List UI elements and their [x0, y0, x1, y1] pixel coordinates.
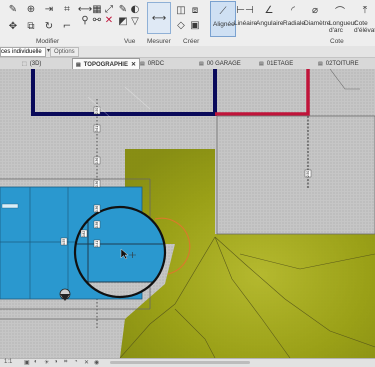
pool-step — [1, 203, 19, 209]
arc-length-dimension-button[interactable]: ⌒ Longueur d'arc — [328, 1, 357, 35]
plan-view-icon: ▤ — [76, 61, 81, 68]
align-icon[interactable]: ⇥ — [42, 2, 56, 16]
options-bar: ces individuelle ▾ Options — [0, 46, 375, 58]
move-icon[interactable]: ✥ — [6, 19, 20, 33]
dimension-label: 0.36 — [95, 181, 99, 187]
tab-label: 00 GARAGE — [206, 60, 241, 67]
tab-00-garage[interactable]: ▤ 00 GARAGE — [199, 58, 241, 69]
create-parts-icon[interactable]: ▣ — [189, 19, 201, 31]
spot-elevation-label: Cote d'élévatio — [354, 20, 375, 34]
cote-group-label: Cote — [330, 38, 344, 45]
angular-dimension-icon: ∠ — [264, 4, 274, 16]
array-icon[interactable]: ▦ — [92, 4, 102, 15]
view-tool-icon[interactable]: ✎ — [118, 4, 128, 15]
tab-label: 0RDC — [147, 60, 165, 67]
plan-view-svg: 2.50 3.61 0.36 0.36 0.36 0.38 0.41 2.50 4.55 0.82 — [0, 69, 375, 358]
create-group-label: Créer — [183, 38, 200, 45]
aligned-dimension-icon: ⟋ — [219, 5, 227, 17]
tab-02toiture[interactable]: ▤ 02TOITURE — [318, 58, 359, 69]
crop-icon[interactable]: ⌗ — [64, 359, 67, 366]
linear-dimension-icon: ⊢⊣ — [236, 4, 254, 16]
angular-dimension-label: Angulaire — [256, 20, 284, 27]
dimension-label: 2.50 — [95, 108, 99, 114]
radial-dimension-label: Radiale — [283, 20, 306, 27]
scale-tool-icon[interactable]: ⤢ — [104, 4, 114, 15]
temporary-hide-icon[interactable]: ✕ — [84, 359, 89, 366]
view-3d-icon: ⬚ — [22, 60, 27, 67]
offset-icon[interactable]: ⌗ — [60, 2, 74, 16]
dimension-label: 0.36 — [95, 206, 99, 212]
shadow-icon[interactable]: ◑ — [54, 359, 58, 365]
diameter-dimension-icon: ⌀ — [311, 4, 319, 16]
diameter-dimension-label: Diamètre — [304, 20, 331, 27]
tab-3d[interactable]: ⬚ (3D) — [22, 58, 41, 69]
tab-label: TOPOGRAPHIE — [83, 61, 128, 68]
dimension-label: 3.61 — [95, 126, 99, 132]
linear-dimension-label: Linéaire — [234, 20, 258, 27]
aligned-dimension-label: Alignée — [213, 21, 235, 28]
hide-icon[interactable]: ◔ — [74, 359, 78, 365]
horizontal-scrollbar[interactable] — [110, 361, 250, 364]
measure-icon[interactable]: ⟷ — [147, 2, 171, 34]
arc-length-dimension-icon: ⌒ — [335, 6, 345, 18]
spot-elevation-button[interactable]: ⤒ Cote d'élévatio — [354, 1, 375, 35]
dimension-label: 0.41 — [95, 241, 99, 247]
dimension-label: 0.38 — [95, 222, 99, 228]
trim-icon[interactable]: ⌐ — [60, 19, 74, 33]
radial-dimension-icon: ◜ — [291, 4, 295, 16]
linear-dimension-button[interactable]: ⊢⊣ Linéaire — [234, 1, 258, 35]
radial-dimension-button[interactable]: ◜ Radiale — [283, 1, 306, 35]
dimension-label: 4.55 — [62, 239, 66, 245]
aligned-dimension-button[interactable]: ⟋ Alignée — [210, 1, 236, 37]
rotate-icon[interactable]: ↻ — [42, 19, 56, 33]
options-button[interactable]: Options — [50, 47, 79, 57]
sun-icon[interactable]: ☀ — [44, 359, 49, 366]
dimension-label: 0.36 — [95, 158, 99, 164]
pin-icon[interactable]: ⚲ — [80, 15, 90, 26]
dimension-label: 0.82 — [82, 231, 86, 237]
create-group-icon[interactable]: ⧈ — [189, 4, 201, 16]
tab-label: 02TOITURE — [325, 60, 359, 67]
diameter-dimension-button[interactable]: ⌀ Diamètre — [304, 1, 330, 35]
dimension-label: 2.50 — [306, 171, 310, 177]
spot-elevation-icon: ⤒ — [362, 4, 368, 16]
tab-01etage[interactable]: ▤ 01ETAGE — [259, 58, 293, 69]
modify-group-label: Modifier — [36, 38, 60, 45]
view-hide-icon[interactable]: ◐ — [130, 4, 140, 15]
ribbon: ✎ ⊕ ⇥ ⌗ ✥ ⧉ ↻ ⌐ ⟷ ▦ ⤢ ⚲ ⚯ ✕ Modifier ✎ ◐… — [0, 0, 375, 47]
unpin-icon[interactable]: ⚯ — [92, 15, 102, 26]
tab-label: (3D) — [29, 60, 42, 67]
paste-icon[interactable]: ⊕ — [24, 2, 38, 16]
plan-view-icon: ▤ — [140, 60, 145, 67]
mirror-icon[interactable]: ⟷ — [78, 4, 92, 15]
scale-icon[interactable]: 1:1 — [4, 359, 12, 365]
delete-icon[interactable]: ✕ — [104, 15, 114, 26]
create-similar-icon[interactable]: ◇ — [175, 19, 187, 31]
reveal-icon[interactable]: ◉ — [94, 359, 99, 366]
plan-view-icon: ▤ — [259, 60, 264, 67]
close-tab-icon[interactable]: ✕ — [131, 61, 136, 68]
view-group-label: Vue — [124, 38, 136, 45]
modify-icon[interactable]: ✎ — [6, 2, 20, 16]
measure-group-label: Mesurer — [147, 38, 171, 45]
angular-dimension-button[interactable]: ∠ Angulaire — [256, 1, 284, 35]
view-filter-icon[interactable]: ▽ — [130, 16, 140, 27]
tab-0rdc[interactable]: ▤ 0RDC — [140, 58, 164, 69]
visual-style-icon[interactable]: ◐ — [34, 359, 38, 365]
filter-dropdown[interactable]: ces individuelle — [0, 47, 46, 57]
tab-label: 01ETAGE — [266, 60, 294, 67]
detail-icon[interactable]: ▣ — [24, 359, 30, 366]
drawing-canvas[interactable]: 2.50 3.61 0.36 0.36 0.36 0.38 0.41 2.50 4.55 0.82 — [0, 69, 375, 358]
copy-icon[interactable]: ⧉ — [24, 19, 38, 33]
create-component-icon[interactable]: ◫ — [175, 4, 187, 16]
view-override-icon[interactable]: ◩ — [118, 16, 128, 27]
arc-length-dimension-label: Longueur d'arc — [329, 20, 357, 34]
plan-view-icon: ▤ — [199, 60, 204, 67]
plan-view-icon: ▤ — [318, 60, 323, 67]
